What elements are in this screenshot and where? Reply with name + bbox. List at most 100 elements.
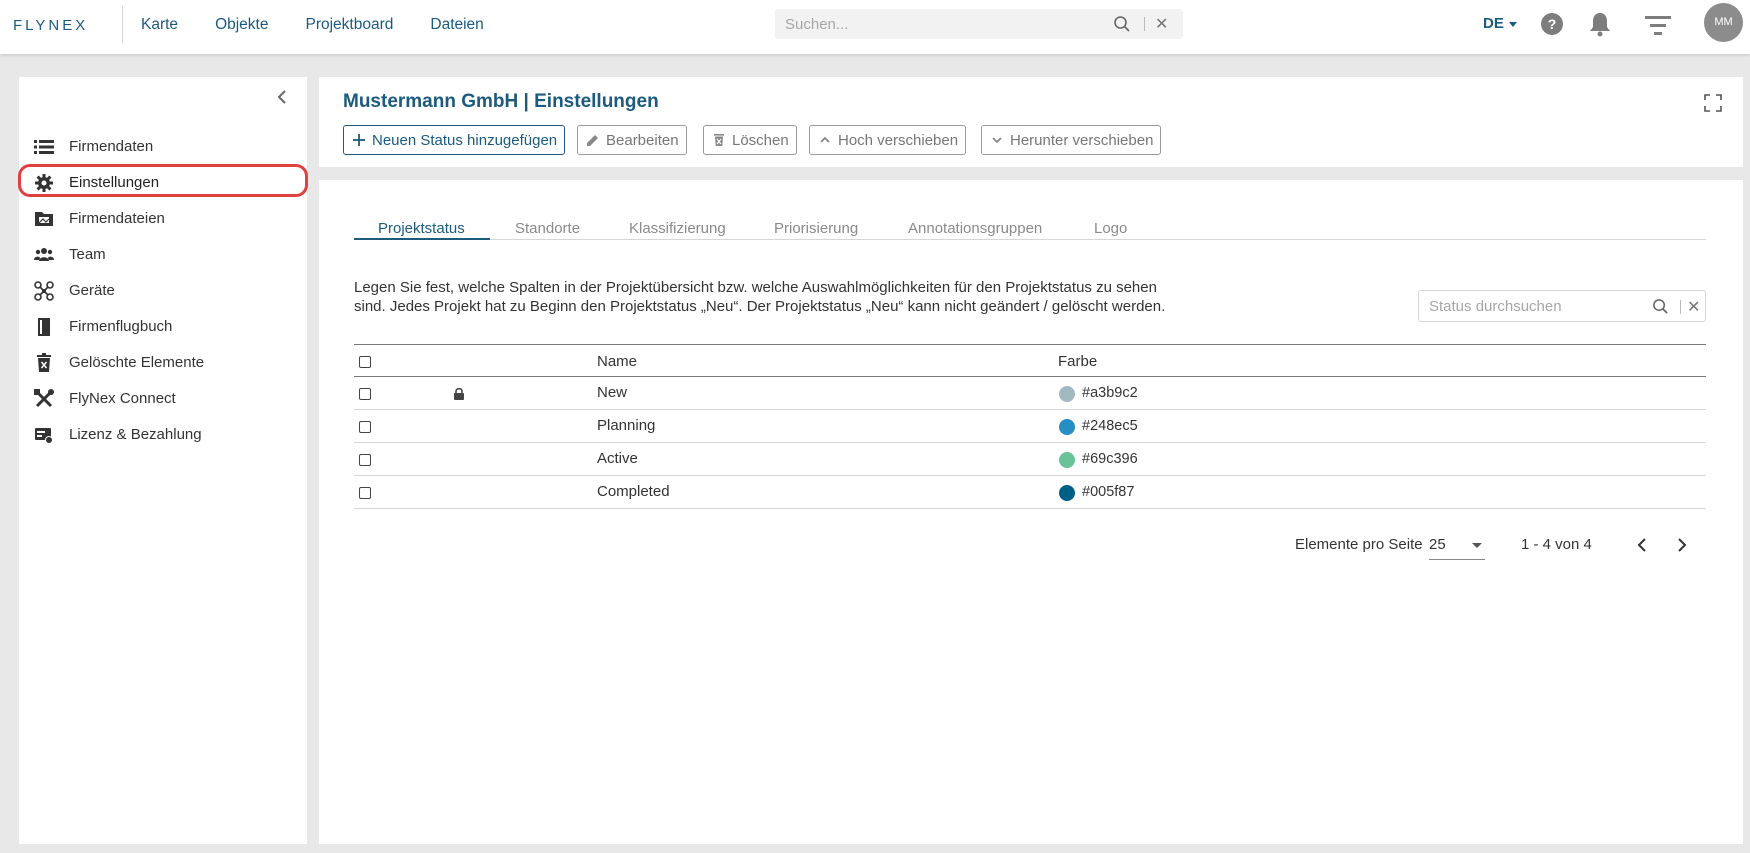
sidebar-item-einstellungen[interactable]: Einstellungen bbox=[18, 164, 308, 199]
color-hex: #a3b9c2 bbox=[1082, 385, 1138, 401]
sidebar-item-firmendateien[interactable]: Firmendateien bbox=[19, 203, 307, 235]
delete-button[interactable]: Löschen bbox=[703, 125, 797, 155]
status-name: New bbox=[597, 384, 628, 401]
sidebar-item-label: Firmendaten bbox=[69, 138, 154, 155]
filter-icon[interactable] bbox=[1645, 14, 1671, 36]
column-color-header[interactable]: Farbe bbox=[1058, 353, 1097, 370]
main-nav: Karte Objekte Projektboard Dateien bbox=[141, 16, 484, 34]
caret-down-icon bbox=[1508, 21, 1517, 27]
sidebar: Firmendaten Einstellungen Firmendateien … bbox=[18, 77, 308, 844]
top-bar: FLYNEX Karte Objekte Projektboard Dateie… bbox=[0, 0, 1750, 54]
table-header: Name Farbe bbox=[354, 344, 1706, 377]
move-down-button[interactable]: Herunter verschieben bbox=[981, 125, 1162, 155]
status-name: Completed bbox=[597, 483, 670, 500]
column-name-header[interactable]: Name bbox=[597, 353, 637, 370]
chevron-right-icon[interactable] bbox=[1675, 537, 1689, 553]
color-hex: #69c396 bbox=[1082, 451, 1138, 467]
fullscreen-icon[interactable] bbox=[1704, 94, 1722, 112]
sidebar-item-flynex-connect[interactable]: FlyNex Connect bbox=[19, 383, 307, 415]
description-text: Legen Sie fest, welche Spalten in der Pr… bbox=[354, 279, 1166, 315]
team-icon bbox=[34, 248, 54, 261]
sidebar-item-firmenflugbuch[interactable]: Firmenflugbuch bbox=[19, 311, 307, 343]
list-icon bbox=[34, 140, 54, 154]
add-status-label: Neuen Status hinzugefügen bbox=[372, 131, 558, 149]
sidebar-item-label: Lizenz & Bezahlung bbox=[69, 426, 202, 443]
help-icon[interactable]: ? bbox=[1541, 13, 1563, 35]
row-checkbox[interactable] bbox=[359, 454, 371, 466]
trash-icon bbox=[37, 353, 51, 372]
language-label: DE bbox=[1483, 15, 1504, 32]
chevron-left-icon[interactable] bbox=[1635, 537, 1649, 553]
edit-label: Bearbeiten bbox=[606, 131, 679, 149]
language-selector[interactable]: DE bbox=[1483, 15, 1517, 32]
page-size-select[interactable]: 25 bbox=[1429, 530, 1485, 560]
row-checkbox[interactable] bbox=[359, 487, 371, 499]
move-up-button[interactable]: Hoch verschieben bbox=[809, 125, 967, 155]
sidebar-item-label: FlyNex Connect bbox=[69, 390, 176, 407]
sidebar-item-geraete[interactable]: Geräte bbox=[19, 275, 307, 307]
status-table: Name Farbe New #a3b9c2 Planning #248ec5 … bbox=[354, 344, 1706, 509]
color-swatch bbox=[1059, 485, 1075, 501]
color-hex: #005f87 bbox=[1082, 484, 1135, 500]
edit-button[interactable]: Bearbeiten bbox=[577, 125, 687, 155]
row-checkbox[interactable] bbox=[359, 388, 371, 400]
status-search-input[interactable]: Status durchsuchen bbox=[1429, 298, 1562, 315]
sidebar-item-geloeschte-elemente[interactable]: Gelöschte Elemente bbox=[19, 347, 307, 379]
chevron-left-icon[interactable] bbox=[275, 88, 289, 106]
global-search[interactable]: Suchen... ✕ bbox=[775, 9, 1183, 39]
table-row[interactable]: New #a3b9c2 bbox=[354, 377, 1706, 410]
sidebar-item-label: Gelöschte Elemente bbox=[69, 354, 205, 371]
bell-icon[interactable] bbox=[1588, 11, 1612, 37]
book-icon bbox=[38, 318, 50, 336]
color-swatch bbox=[1059, 419, 1075, 435]
nav-dateien[interactable]: Dateien bbox=[430, 16, 483, 34]
sidebar-item-label: Einstellungen bbox=[69, 174, 160, 191]
settings-tabs: Projektstatus Standorte Klassifizierung … bbox=[354, 220, 1706, 240]
sidebar-item-label: Team bbox=[69, 246, 106, 263]
select-all-checkbox[interactable] bbox=[359, 356, 371, 368]
search-input[interactable]: Suchen... bbox=[785, 16, 848, 33]
tab-annotationsgruppen[interactable]: Annotationsgruppen bbox=[908, 220, 1042, 237]
sidebar-item-label: Firmenflugbuch bbox=[69, 318, 173, 335]
nav-objekte[interactable]: Objekte bbox=[215, 16, 268, 34]
tools-icon bbox=[34, 389, 54, 408]
pencil-icon bbox=[587, 135, 598, 146]
add-status-button[interactable]: Neuen Status hinzugefügen bbox=[343, 125, 566, 155]
tab-standorte[interactable]: Standorte bbox=[515, 220, 580, 237]
status-name: Planning bbox=[597, 417, 656, 434]
tab-priorisierung[interactable]: Priorisierung bbox=[774, 220, 858, 237]
color-hex: #248ec5 bbox=[1082, 418, 1138, 434]
clear-search-icon[interactable]: ✕ bbox=[1687, 297, 1700, 317]
folder-icon bbox=[35, 212, 53, 226]
pagination: Elemente pro Seite 25 1 - 4 von 4 bbox=[319, 530, 1743, 560]
move-up-label: Hoch verschieben bbox=[838, 131, 959, 149]
table-row[interactable]: Completed #005f87 bbox=[354, 476, 1706, 509]
color-swatch bbox=[1059, 452, 1075, 468]
tab-logo[interactable]: Logo bbox=[1094, 220, 1127, 237]
page-range: 1 - 4 von 4 bbox=[1521, 536, 1592, 553]
table-row[interactable]: Planning #248ec5 bbox=[354, 410, 1706, 443]
status-search[interactable]: Status durchsuchen ✕ bbox=[1418, 290, 1706, 322]
sidebar-item-lizenz-bezahlung[interactable]: Lizenz & Bezahlung bbox=[19, 419, 307, 451]
tab-projektstatus[interactable]: Projektstatus bbox=[378, 220, 465, 237]
sidebar-item-firmendaten[interactable]: Firmendaten bbox=[19, 131, 307, 163]
avatar[interactable]: MM bbox=[1704, 3, 1743, 42]
sidebar-item-team[interactable]: Team bbox=[19, 239, 307, 271]
row-checkbox[interactable] bbox=[359, 421, 371, 433]
svg-text:FLYNEX: FLYNEX bbox=[13, 17, 88, 34]
clear-search-icon[interactable]: ✕ bbox=[1155, 14, 1168, 34]
sidebar-item-label: Firmendateien bbox=[69, 210, 165, 227]
delete-label: Löschen bbox=[732, 131, 789, 149]
color-swatch bbox=[1059, 386, 1075, 402]
trash-icon bbox=[714, 134, 724, 146]
tab-klassifizierung[interactable]: Klassifizierung bbox=[629, 220, 726, 237]
search-icon[interactable] bbox=[1113, 15, 1131, 33]
flynex-logo[interactable]: FLYNEX bbox=[13, 15, 105, 35]
page-size-label: Elemente pro Seite bbox=[1295, 536, 1423, 553]
search-icon[interactable] bbox=[1652, 298, 1669, 315]
logo-divider bbox=[122, 6, 123, 43]
nav-projektboard[interactable]: Projektboard bbox=[305, 16, 393, 34]
table-row[interactable]: Active #69c396 bbox=[354, 443, 1706, 476]
nav-karte[interactable]: Karte bbox=[141, 16, 178, 34]
move-down-label: Herunter verschieben bbox=[1010, 131, 1154, 149]
